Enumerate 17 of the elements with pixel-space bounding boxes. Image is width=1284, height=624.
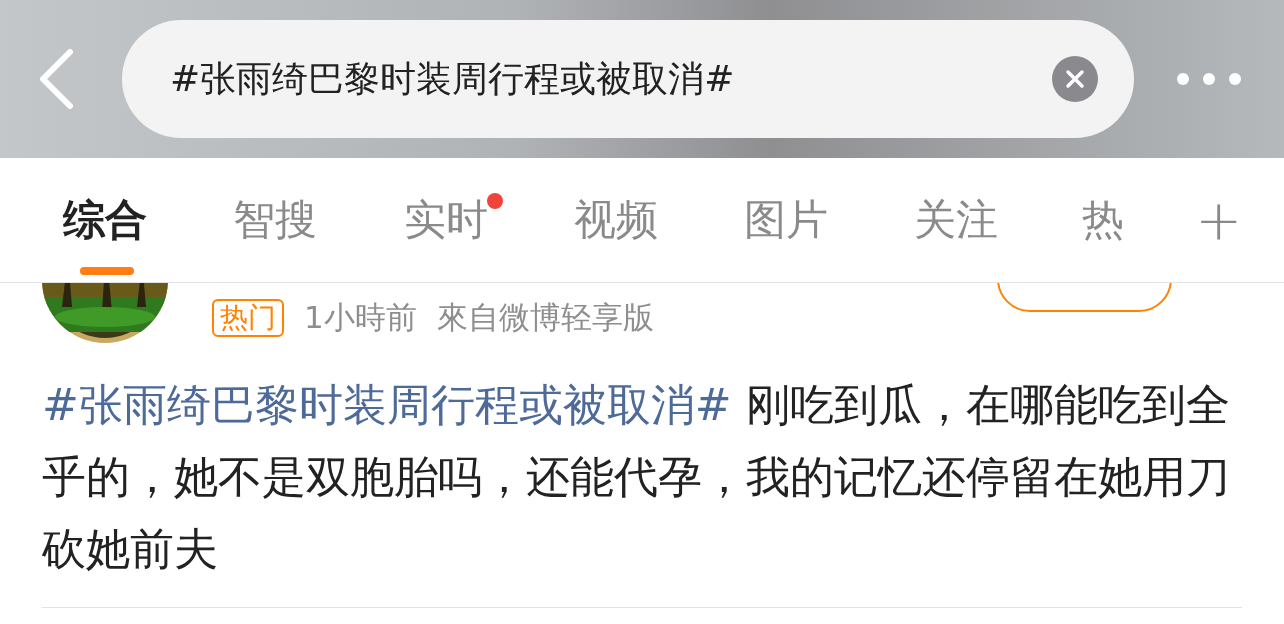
back-icon[interactable] [38, 49, 74, 109]
tab[interactable]: 关注 [914, 194, 999, 246]
hashtag-link[interactable]: #张雨绮巴黎时装周行程或被取消# [42, 379, 732, 430]
post-source: 來自微博轻享版 [436, 298, 654, 337]
post-text: #张雨绮巴黎时装周行程或被取消# 刚吃到瓜，在哪能吃到全乎的，她不是双胞胎吗，还能代孕，我的记忆还停留在她用刀砍她前夫 [42, 378, 1231, 576]
tab[interactable]: 图片 [744, 194, 829, 246]
tab[interactable]: 视频 [573, 194, 658, 246]
more-icon[interactable] [1176, 72, 1242, 86]
post-time: 1小時前 [304, 298, 417, 337]
tab[interactable]: 实时 [403, 194, 488, 246]
tab[interactable]: 智搜 [233, 194, 318, 246]
tab-indicator [80, 267, 134, 276]
tab[interactable]: 综合 [63, 194, 148, 246]
clear-icon[interactable] [1052, 56, 1098, 102]
tab[interactable]: 热 [1081, 194, 1124, 246]
search-field[interactable]: #张雨绮巴黎时装周行程或被取消# [122, 20, 1134, 138]
hot-badge: 热门 [212, 299, 284, 337]
